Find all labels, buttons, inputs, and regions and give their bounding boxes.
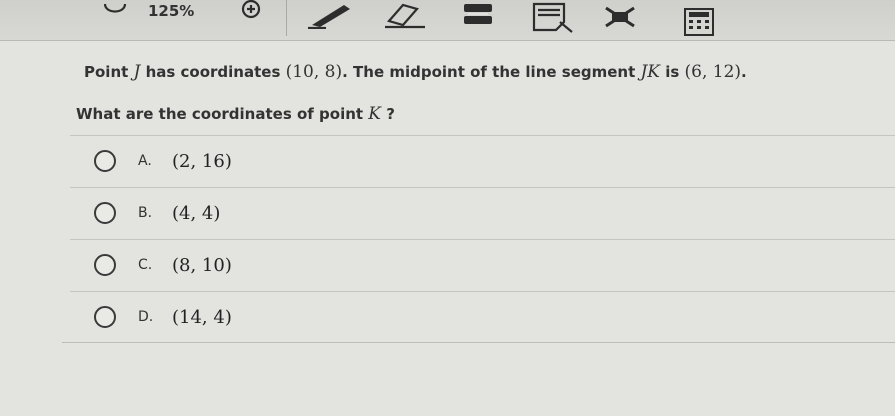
notepad-icon[interactable] (528, 0, 578, 34)
option-letter: D. (138, 309, 154, 325)
answer-option-c[interactable]: C. (8, 10) (70, 239, 895, 290)
answer-option-d[interactable]: D. (14, 4) (70, 291, 895, 342)
eraser-icon[interactable] (380, 0, 430, 30)
radio-button[interactable] (94, 306, 116, 328)
undo-icon[interactable] (100, 0, 130, 20)
zoom-level: 125% (148, 2, 195, 20)
pen-icon[interactable] (305, 0, 355, 30)
calculator-icon[interactable] (680, 6, 718, 38)
question-text: Point J has coordinates (10, 8). The mid… (84, 62, 747, 82)
option-letter: B. (138, 205, 153, 221)
option-letter: C. (138, 257, 153, 273)
zoom-in-icon[interactable] (236, 0, 266, 20)
option-value: (14, 4) (172, 306, 232, 328)
option-value: (4, 4) (172, 202, 221, 224)
radio-button[interactable] (94, 254, 116, 276)
highlighter-icon[interactable] (458, 0, 498, 30)
question-prompt: What are the coordinates of point K ? (76, 104, 395, 124)
answer-option-a[interactable]: A. (2, 16) (70, 135, 895, 186)
toolbar: 125% (0, 0, 895, 41)
radio-button[interactable] (94, 202, 116, 224)
eliminate-icon[interactable] (600, 0, 640, 34)
answer-option-b[interactable]: B. (4, 4) (70, 187, 895, 238)
option-value: (2, 16) (172, 150, 232, 172)
options-divider (62, 342, 895, 343)
option-letter: A. (138, 153, 152, 169)
option-value: (8, 10) (172, 254, 232, 276)
radio-button[interactable] (94, 150, 116, 172)
